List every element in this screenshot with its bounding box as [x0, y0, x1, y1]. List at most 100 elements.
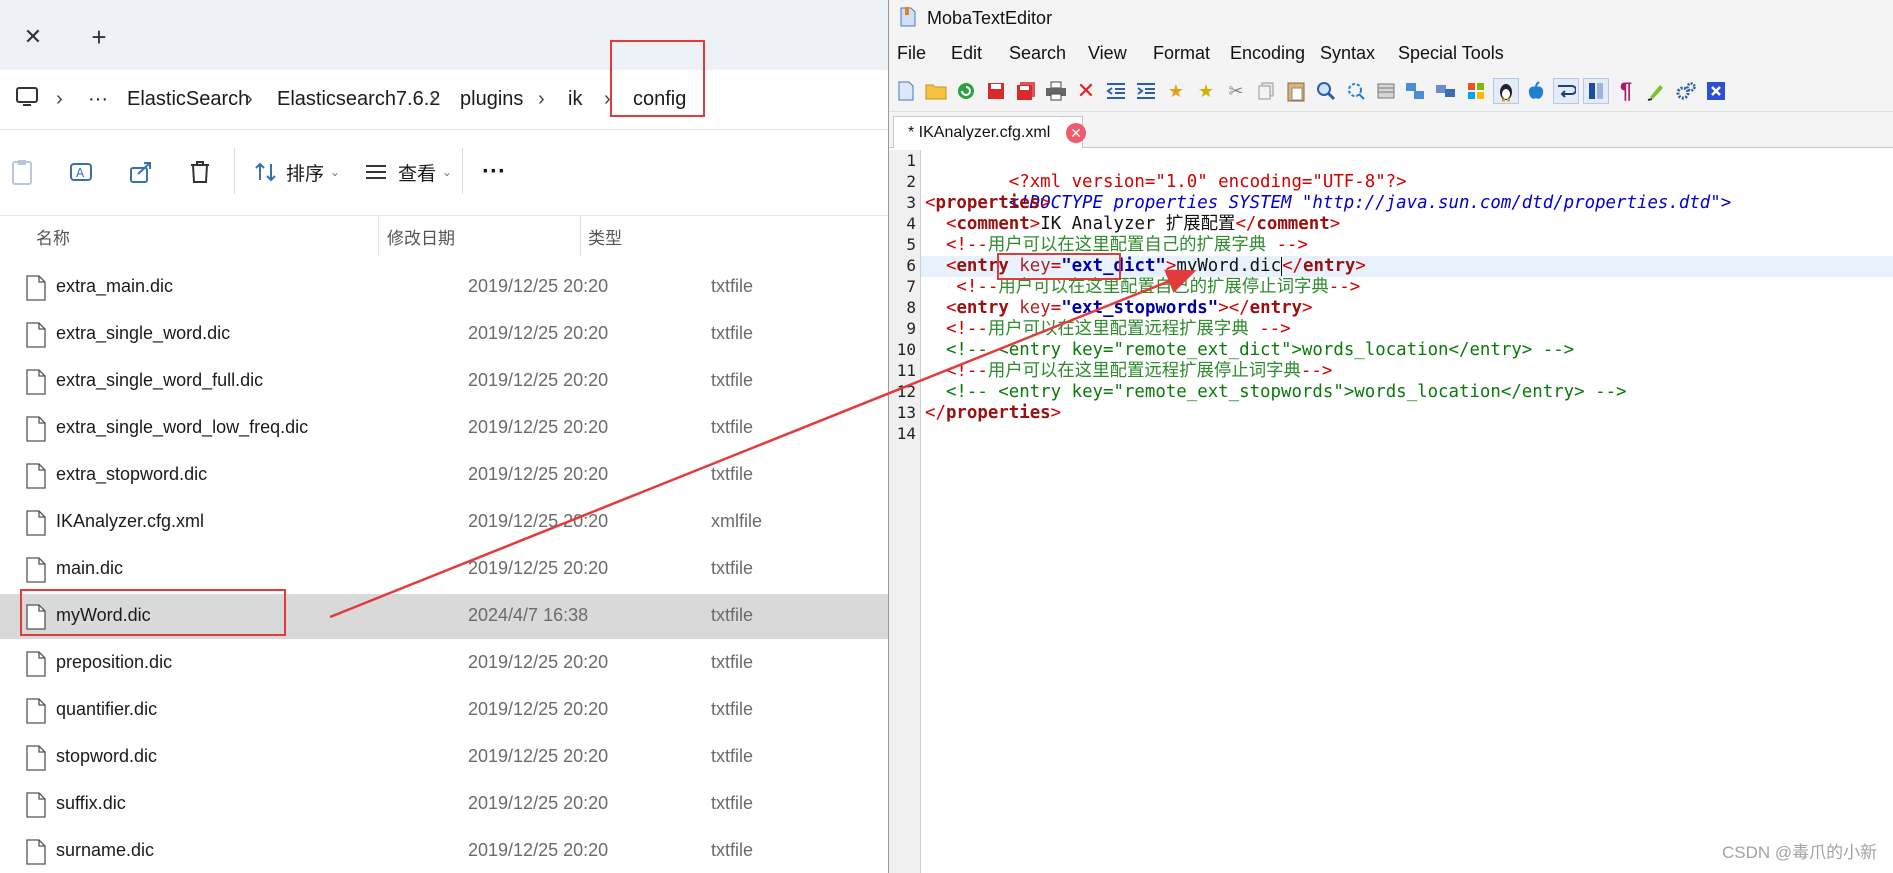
line-number: 4: [906, 214, 916, 233]
file-row[interactable]: IKAnalyzer.cfg.xml 2019/12/25 20:20 xmlfil…: [0, 500, 888, 545]
menu-search[interactable]: Search: [1009, 43, 1066, 64]
file-row[interactable]: surname.dic 2019/12/25 20:20 txtfile: [0, 829, 888, 873]
file-row[interactable]: extra_single_word_full.dic 2019/12/25 20:…: [0, 359, 888, 404]
menu-format[interactable]: Format: [1153, 43, 1210, 64]
settings-gears-icon[interactable]: [1673, 78, 1699, 104]
menu-syntax[interactable]: Syntax: [1320, 43, 1375, 64]
file-name: extra_single_word_full.dic: [56, 370, 264, 390]
show-all-characters-icon[interactable]: ¶: [1613, 78, 1639, 104]
file-row[interactable]: extra_stopword.dic 2019/12/25 20:20 txtfil…: [0, 453, 888, 498]
file-type: txtfile: [711, 323, 754, 343]
ruler-icon[interactable]: [1373, 78, 1399, 104]
file-icon: [26, 369, 46, 395]
new-tab-icon[interactable]: +: [82, 20, 116, 54]
share-button[interactable]: [128, 154, 154, 190]
column-header-date[interactable]: 修改日期: [387, 224, 455, 249]
address-bar[interactable]: › ··· ElasticSearch › Elasticsearch7.6.2…: [0, 70, 888, 130]
close-file-icon[interactable]: ✕: [1073, 78, 1099, 104]
copy-icon[interactable]: [1253, 78, 1279, 104]
line-number: 13: [896, 403, 916, 422]
file-date: 2019/12/25 20:20: [468, 746, 609, 766]
file-type: txtfile: [711, 840, 754, 860]
view-button[interactable]: 查看 ⌄: [364, 154, 452, 190]
reload-icon[interactable]: [953, 78, 979, 104]
file-date: 2024/4/7 16:38: [468, 605, 589, 625]
comment-open: <!--: [945, 319, 988, 339]
line-number: 1: [906, 151, 916, 170]
delete-button[interactable]: [188, 154, 212, 190]
menu-file[interactable]: File: [897, 43, 926, 64]
outdent-icon[interactable]: [1103, 78, 1129, 104]
file-row[interactable]: extra_single_word_low_freq.dic 2019/12/25…: [0, 406, 888, 451]
column-divider[interactable]: [580, 216, 581, 256]
file-row[interactable]: suffix.dic 2019/12/25 20:20 txtfile: [0, 782, 888, 827]
word-wrap-icon[interactable]: [1553, 78, 1579, 104]
open-folder-icon[interactable]: [923, 78, 949, 104]
search-icon[interactable]: [1313, 78, 1339, 104]
breadcrumb-elasticsearch[interactable]: ElasticSearch: [127, 84, 249, 114]
line-number: 9: [906, 319, 916, 338]
linux-icon[interactable]: [1493, 78, 1519, 104]
indent-icon[interactable]: [1133, 78, 1159, 104]
apple-icon[interactable]: [1523, 78, 1549, 104]
new-file-icon[interactable]: [893, 78, 919, 104]
breadcrumb-ik[interactable]: ik: [568, 84, 582, 114]
find-replace-icon[interactable]: [1343, 78, 1369, 104]
breadcrumb-overflow[interactable]: ···: [88, 84, 108, 114]
file-type: txtfile: [711, 652, 754, 672]
save-all-icon[interactable]: [1013, 78, 1039, 104]
file-row[interactable]: extra_single_word.dic 2019/12/25 20:20 txt…: [0, 312, 888, 357]
file-name: surname.dic: [56, 840, 155, 860]
menu-bar: File Edit Search View Format Encoding Sy…: [889, 36, 1893, 70]
menu-view[interactable]: View: [1088, 43, 1127, 64]
more-options-button[interactable]: ···: [482, 154, 506, 190]
file-row[interactable]: stopword.dic 2019/12/25 20:20 txtfile: [0, 735, 888, 780]
menu-special-tools[interactable]: Special Tools: [1398, 43, 1504, 64]
compare-icon[interactable]: [1403, 78, 1429, 104]
sync-icon[interactable]: [1433, 78, 1459, 104]
code-editor[interactable]: 1 2 3 4 5 6 7 8 9 10 11 12 13 14 <?xml version="1.0" …: [889, 150, 1893, 873]
comment-open: <!--: [956, 277, 999, 297]
exit-icon[interactable]: [1703, 78, 1729, 104]
breadcrumb-elasticsearch-version[interactable]: Elasticsearch7.6.2: [277, 84, 440, 114]
bookmark-star-icon[interactable]: ★: [1163, 78, 1189, 104]
menu-encoding[interactable]: Encoding: [1230, 43, 1305, 64]
menu-edit[interactable]: Edit: [951, 43, 982, 64]
file-icon: [26, 463, 46, 489]
document-tab[interactable]: * IKAnalyzer.cfg.xml ✕: [893, 116, 1086, 148]
file-row[interactable]: main.dic 2019/12/25 20:20 txtfile: [0, 547, 888, 592]
cut-icon[interactable]: ✂: [1223, 78, 1249, 104]
paste-button[interactable]: [10, 154, 34, 190]
file-row[interactable]: quantifier.dic 2019/12/25 20:20 txtfile: [0, 688, 888, 733]
comment-open: <!--: [945, 361, 988, 381]
computer-icon[interactable]: [14, 84, 40, 110]
highlighter-icon[interactable]: [1643, 78, 1669, 104]
column-divider[interactable]: [378, 216, 379, 256]
column-mode-icon[interactable]: [1583, 78, 1609, 104]
file-type: txtfile: [711, 699, 754, 719]
print-icon[interactable]: [1043, 78, 1069, 104]
star-icon[interactable]: ★: [1193, 78, 1219, 104]
close-tab-icon[interactable]: ✕: [1066, 123, 1086, 143]
screenshot-stage: ✕ + › ··· ElasticSearch › Elasticsearch7…: [0, 0, 1893, 873]
annotation-box-myword: [997, 253, 1121, 280]
comment-close: -->: [1266, 235, 1308, 255]
file-row[interactable]: preposition.dic 2019/12/25 20:20 txtfile: [0, 641, 888, 686]
code-line-2: <!DOCTYPE properties SYSTEM "http://java…: [925, 172, 1731, 213]
file-name: suffix.dic: [56, 793, 126, 813]
windows-icon[interactable]: [1463, 78, 1489, 104]
column-header-name[interactable]: 名称: [36, 224, 70, 249]
moba-text-editor-window: MobaTextEditor File Edit Search View For…: [888, 0, 1893, 873]
save-icon[interactable]: [983, 78, 1009, 104]
breadcrumb-plugins[interactable]: plugins: [460, 84, 523, 114]
paste-icon[interactable]: [1283, 78, 1309, 104]
file-row[interactable]: extra_main.dic 2019/12/25 20:20 txtfile: [0, 265, 888, 310]
line-number: 10: [896, 340, 916, 359]
sort-label: 排序: [286, 163, 325, 185]
file-type: txtfile: [711, 370, 754, 390]
sort-button[interactable]: 排序 ⌄: [254, 154, 340, 190]
rename-button[interactable]: A: [68, 154, 94, 190]
column-header-type[interactable]: 类型: [588, 224, 622, 249]
close-tab-icon[interactable]: ✕: [16, 20, 50, 54]
comment-text: 用户可以在这里配置自己的扩展字典: [987, 235, 1267, 255]
